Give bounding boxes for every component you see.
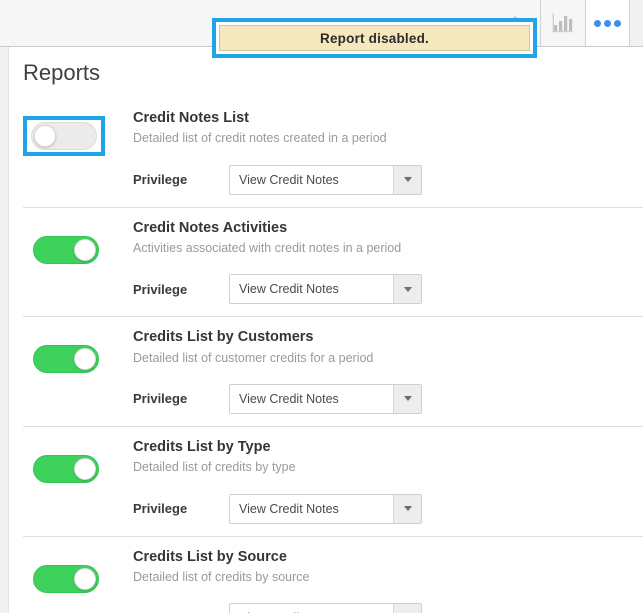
report-description: Detailed list of credit notes created in… [133, 131, 387, 146]
privilege-select-value: View Credit Notes [239, 172, 339, 187]
privilege-select[interactable]: View Credit Notes [229, 164, 422, 195]
report-enable-toggle[interactable] [33, 454, 99, 483]
report-enable-toggle[interactable] [33, 235, 99, 264]
report-info: Credit Notes Activities Activities assoc… [133, 220, 643, 305]
report-enable-toggle[interactable] [33, 564, 99, 593]
report-row: Credits List by Type Detailed list of cr… [23, 425, 643, 536]
privilege-label: Privilege [133, 391, 188, 407]
privilege-select-value: View Credit Notes [239, 391, 339, 406]
report-description: Detailed list of credits by type [133, 460, 296, 475]
report-info: Credits List by Source Detailed list of … [133, 549, 643, 613]
report-title: Credit Notes List [133, 110, 250, 126]
report-title: Credits List by Customers [133, 329, 314, 346]
report-row: Credit Notes List Detailed list of credi… [9, 98, 643, 207]
report-enable-toggle[interactable] [31, 122, 97, 150]
report-row: Credits List by Source Detailed list of … [23, 535, 643, 613]
privilege-select-value: View Credit Notes [239, 282, 339, 297]
notification-highlight: Report disabled. [212, 18, 537, 58]
report-description: Detailed list of credits by source [133, 569, 310, 584]
toggle-focus-highlight [23, 445, 109, 493]
report-row: Credit Notes Activities Activities assoc… [23, 206, 643, 317]
toggle-knob-icon [74, 567, 96, 590]
reports-button[interactable] [540, 0, 585, 46]
privilege-select-arrow[interactable] [393, 494, 421, 523]
notification-message: Report disabled. [320, 30, 429, 46]
privilege-label: Privilege [133, 172, 188, 188]
privilege-row: Privilege View Credit Notes [133, 164, 643, 195]
report-title: Credit Notes Activities [133, 219, 288, 236]
page-background: Reports Credit Notes List Detailed list [0, 47, 643, 613]
privilege-select-value: View Credit Notes [239, 501, 339, 516]
privilege-row: Privilege View Credit Notes [133, 383, 643, 414]
report-toggle-cell [23, 439, 133, 524]
privilege-select-arrow[interactable] [393, 384, 421, 413]
toggle-focus-highlight [23, 116, 105, 156]
privilege-select[interactable]: View Credit Notes [229, 383, 422, 414]
report-toggle-cell [23, 329, 133, 414]
chevron-down-icon [403, 177, 412, 183]
reports-list: Credit Notes List Detailed list of credi… [9, 98, 643, 613]
privilege-select-arrow[interactable] [393, 275, 421, 304]
toggle-knob-icon [74, 457, 96, 480]
report-description: Detailed list of customer credits for a … [133, 350, 374, 365]
toggle-knob-icon [74, 238, 96, 261]
report-title: Credits List by Type [133, 438, 271, 455]
privilege-select-arrow[interactable] [393, 165, 421, 194]
privilege-label: Privilege [133, 281, 188, 297]
toolbar-edge-spacer [630, 0, 643, 46]
privilege-select[interactable]: View Credit Notes [229, 603, 422, 613]
toggle-focus-highlight [23, 555, 109, 603]
report-row: Credits List by Customers Detailed list … [23, 316, 643, 426]
report-enable-toggle[interactable] [33, 345, 99, 374]
chevron-down-icon [403, 286, 412, 292]
privilege-row: Privilege View Credit Notes [133, 274, 643, 305]
report-info: Credits List by Customers Detailed list … [133, 329, 643, 414]
privilege-select-arrow[interactable] [393, 604, 421, 613]
chevron-down-icon [403, 506, 412, 512]
report-title: Credits List by Source [133, 548, 287, 565]
notification-banner[interactable]: Report disabled. [219, 25, 530, 51]
privilege-label: Privilege [133, 501, 188, 517]
reports-panel: Reports Credit Notes List Detailed list [8, 47, 643, 613]
more-options-icon [594, 19, 621, 27]
privilege-select-value: View Credit Notes [230, 604, 393, 613]
toggle-knob-icon [74, 348, 96, 371]
report-info: Credits List by Type Detailed list of cr… [133, 439, 643, 524]
report-toggle-cell [23, 110, 133, 195]
more-options-button[interactable] [585, 0, 630, 46]
toggle-focus-highlight [23, 335, 109, 383]
toggle-knob-icon [34, 125, 56, 147]
chevron-down-icon [403, 396, 412, 402]
report-description: Activities associated with credit notes … [133, 241, 402, 256]
privilege-row: Privilege View Credit Notes [133, 603, 643, 613]
report-toggle-cell [23, 549, 133, 613]
privilege-row: Privilege View Credit Notes [133, 493, 643, 524]
privilege-select[interactable]: View Credit Notes [229, 493, 422, 524]
privilege-select[interactable]: View Credit Notes [229, 274, 422, 305]
bar-chart-icon [552, 13, 573, 33]
toggle-focus-highlight [23, 226, 109, 274]
report-info: Credit Notes List Detailed list of credi… [133, 110, 643, 195]
report-toggle-cell [23, 220, 133, 305]
